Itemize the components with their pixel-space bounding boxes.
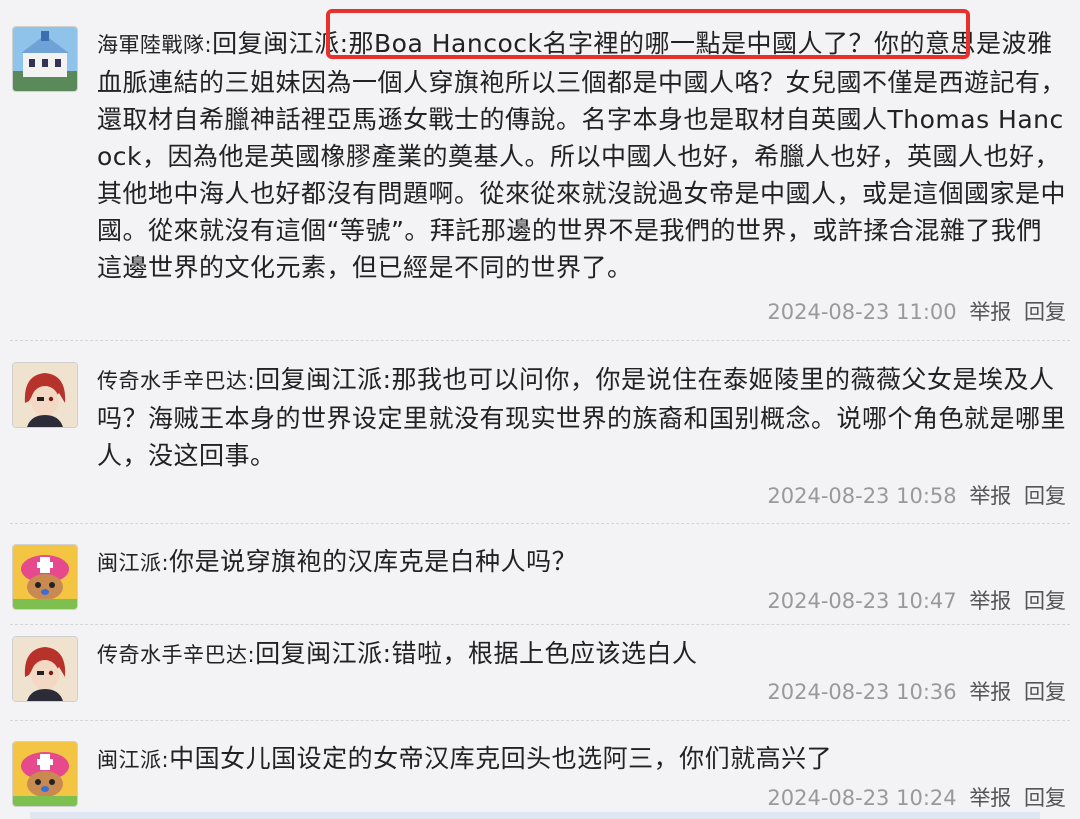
divider: [10, 624, 1070, 625]
divider: [10, 720, 1070, 721]
comment-meta: 2024-08-23 10:47 举报 回复: [767, 585, 1066, 615]
comment-username[interactable]: 海軍陸戰隊: [97, 33, 205, 57]
comment-username[interactable]: 闽江派: [97, 551, 162, 575]
chopper-avatar-icon[interactable]: [12, 544, 78, 610]
comment-text: 传奇水手辛巴达:回复闽江派:错啦，根据上色应该选白人: [97, 639, 698, 668]
redhair-avatar-icon[interactable]: [12, 636, 78, 702]
comment-text: 传奇水手辛巴达:回复闽江派:那我也可以问你，你是说住在泰姬陵里的薇薇父女是埃及人…: [97, 365, 1067, 470]
comment-content: 那Boa Hancock名字裡的哪一點是中國人了？你的意思是波雅血脈連結的三姐妹…: [97, 29, 1067, 282]
report-button[interactable]: 举报: [969, 484, 1011, 508]
comment-timestamp: 2024-08-23 10:36: [767, 680, 957, 704]
report-button[interactable]: 举报: [969, 786, 1011, 810]
comment-content: 你是说穿旗袍的汉库克是白种人吗？: [169, 547, 578, 576]
comment-meta: 2024-08-23 10:24 举报 回复: [767, 782, 1066, 812]
redhair-avatar-icon[interactable]: [12, 362, 78, 428]
comment-meta: 2024-08-23 10:36 举报 回复: [767, 676, 1066, 706]
comment-username[interactable]: 闽江派: [97, 748, 162, 772]
report-button[interactable]: 举报: [969, 300, 1011, 324]
bottom-strip: [30, 812, 1040, 819]
castle-avatar-icon[interactable]: [12, 26, 78, 92]
reply-target[interactable]: 回复闽江派: [212, 29, 340, 58]
reply-button[interactable]: 回复: [1024, 680, 1066, 704]
reply-target[interactable]: 回复闽江派: [255, 639, 383, 668]
comment-text: 闽江派:中国女儿国设定的女帝汉库克回头也选阿三，你们就高兴了: [97, 744, 833, 773]
divider: [10, 340, 1070, 341]
comment-timestamp: 2024-08-23 11:00: [767, 300, 957, 324]
comment-timestamp: 2024-08-23 10:58: [767, 484, 957, 508]
report-button[interactable]: 举报: [969, 589, 1011, 613]
reply-target[interactable]: 回复闽江派: [255, 365, 383, 394]
comment-meta: 2024-08-23 11:00 举报 回复: [767, 296, 1066, 326]
comment-content: 中国女儿国设定的女帝汉库克回头也选阿三，你们就高兴了: [169, 744, 833, 773]
comment-timestamp: 2024-08-23 10:24: [767, 786, 957, 810]
reply-button[interactable]: 回复: [1024, 484, 1066, 508]
divider: [10, 523, 1070, 524]
comment-timestamp: 2024-08-23 10:47: [767, 589, 957, 613]
chopper-avatar-icon[interactable]: [12, 741, 78, 807]
comment-username[interactable]: 传奇水手辛巴达: [97, 369, 248, 393]
reply-button[interactable]: 回复: [1024, 300, 1066, 324]
comment-text: 闽江派:你是说穿旗袍的汉库克是白种人吗？: [97, 547, 578, 576]
reply-button[interactable]: 回复: [1024, 589, 1066, 613]
comment-text: 海軍陸戰隊:回复闽江派:那Boa Hancock名字裡的哪一點是中國人了？你的意…: [97, 29, 1067, 282]
reply-button[interactable]: 回复: [1024, 786, 1066, 810]
comment-username[interactable]: 传奇水手辛巴达: [97, 643, 248, 667]
report-button[interactable]: 举报: [969, 680, 1011, 704]
comment-content: 错啦，根据上色应该选白人: [391, 639, 698, 668]
comment-meta: 2024-08-23 10:58 举报 回复: [767, 480, 1066, 510]
